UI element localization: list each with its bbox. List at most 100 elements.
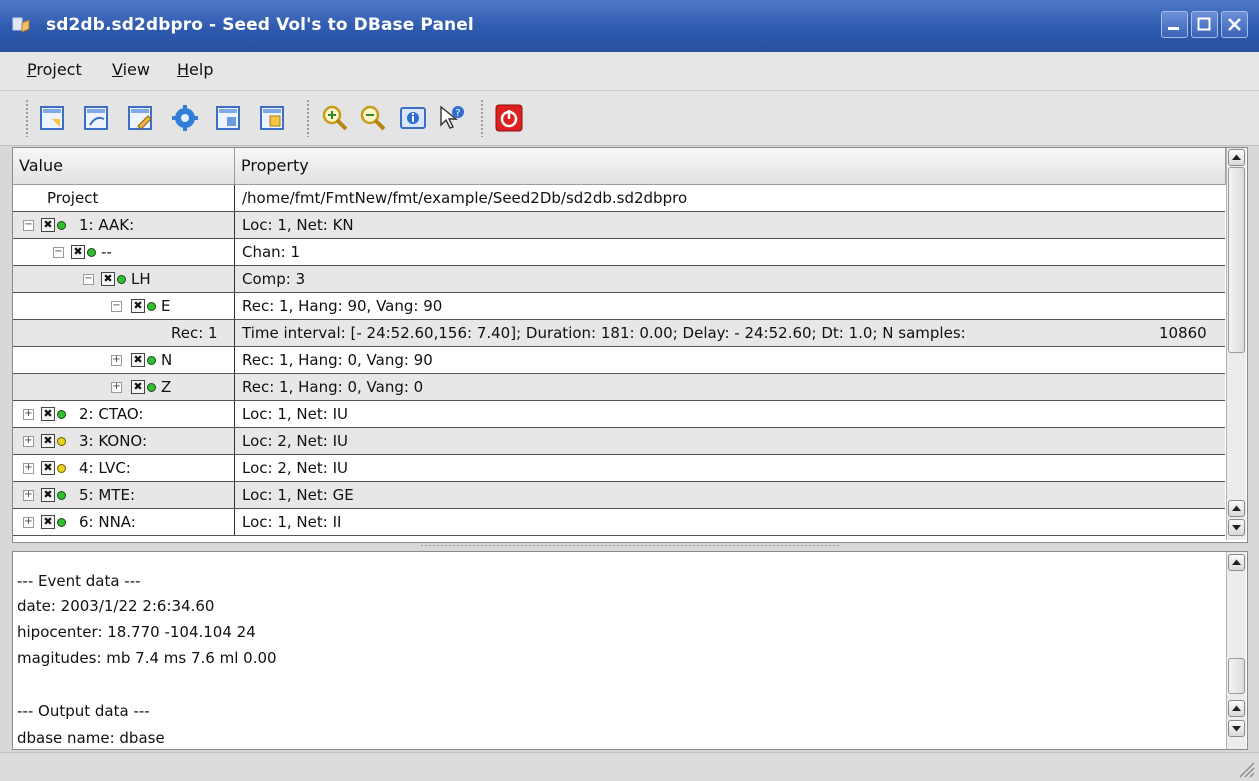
exclude-checkbox-icon[interactable]: ✖ [131, 353, 145, 367]
scroll-up-button[interactable] [1228, 149, 1245, 166]
minimize-icon [1168, 27, 1179, 30]
exclude-checkbox-icon[interactable]: ✖ [41, 434, 55, 448]
expand-icon[interactable]: + [111, 382, 122, 393]
edit-project-button[interactable] [124, 101, 158, 135]
tree-row-station[interactable]: + ✖ 3: KONO: Loc: 2, Net: IU [13, 428, 1225, 455]
column-header-property[interactable]: Property [235, 148, 1226, 185]
splitter-grip[interactable] [420, 544, 840, 547]
menu-project[interactable]: Project [27, 60, 82, 79]
scroll-thumb[interactable] [1228, 167, 1245, 353]
output-console[interactable]: --- Event data --- date: 2003/1/22 2:6:3… [12, 551, 1248, 750]
property-cell: Loc: 1, Net: KN [242, 216, 354, 234]
scroll-thumb[interactable] [1228, 658, 1245, 694]
property-cell: Loc: 1, Net: IU [242, 405, 348, 423]
scroll-up-button[interactable] [1228, 700, 1245, 717]
help-pointer-icon: ? [440, 105, 464, 129]
expand-icon[interactable]: + [23, 490, 34, 501]
exclude-checkbox-icon[interactable]: ✖ [41, 461, 55, 475]
close-button[interactable] [1221, 11, 1248, 38]
zoom-in-icon [322, 105, 348, 131]
expand-icon[interactable]: + [23, 436, 34, 447]
expand-icon[interactable]: + [23, 463, 34, 474]
tree-row-station[interactable]: + ✖ 6: NNA: Loc: 1, Net: II [13, 509, 1225, 536]
menu-bar: Project View Help [0, 52, 1259, 91]
tree-scrollbar[interactable] [1226, 148, 1246, 540]
zoom-out-button[interactable] [356, 101, 390, 135]
open-project-icon [84, 106, 108, 130]
menu-help[interactable]: Help [177, 60, 213, 79]
tree-row-station[interactable]: + ✖ 2: CTAO: Loc: 1, Net: IU [13, 401, 1225, 428]
arrow-up-icon [1232, 705, 1241, 711]
pane-splitter[interactable] [0, 541, 1259, 551]
expand-icon[interactable]: + [111, 355, 122, 366]
expand-icon[interactable]: + [23, 409, 34, 420]
tree-row-component[interactable]: − ✖ E Rec: 1, Hang: 90, Vang: 90 [13, 293, 1225, 320]
zoom-out-icon [360, 105, 386, 131]
arrow-down-icon [1232, 525, 1241, 531]
collapse-icon[interactable]: − [53, 247, 64, 258]
toolbar-grip[interactable] [25, 99, 29, 137]
collapse-icon[interactable]: − [111, 301, 122, 312]
help-pointer-button[interactable]: ? [434, 101, 468, 135]
open-project-button[interactable] [80, 101, 114, 135]
property-cell: Loc: 2, Net: IU [242, 432, 348, 450]
column-header-value[interactable]: Value [13, 148, 235, 185]
tree-row-record[interactable]: Rec: 1 Time interval: [- 24:52.60,156: 7… [13, 320, 1225, 347]
exclude-checkbox-icon[interactable]: ✖ [101, 272, 115, 286]
toolbar-grip[interactable] [480, 99, 484, 137]
scroll-up-button[interactable] [1228, 500, 1245, 517]
info-button[interactable] [396, 101, 430, 135]
tree-row-station[interactable]: + ✖ 5: MTE: Loc: 1, Net: GE [13, 482, 1225, 509]
maximize-icon [1197, 17, 1211, 31]
resize-grip-icon[interactable] [1236, 759, 1256, 779]
exclude-checkbox-icon[interactable]: ✖ [41, 488, 55, 502]
minimize-button[interactable] [1161, 11, 1188, 38]
exit-button[interactable] [492, 101, 526, 135]
value-cell: + ✖ 6: NNA: [13, 509, 235, 535]
tree-row-station[interactable]: + ✖ 4: LVC: Loc: 2, Net: IU [13, 455, 1225, 482]
tree-row-component[interactable]: + ✖ N Rec: 1, Hang: 0, Vang: 90 [13, 347, 1225, 374]
status-green-icon [147, 356, 156, 365]
row-value: Project [47, 189, 99, 207]
power-exit-icon [495, 104, 523, 132]
console-line: hipocenter: 18.770 -104.104 24 [17, 623, 256, 641]
tree-row-station[interactable]: − ✖ 1: AAK: Loc: 1, Net: KN [13, 212, 1225, 239]
exclude-checkbox-icon[interactable]: ✖ [41, 218, 55, 232]
tree-row-channel[interactable]: − ✖ LH Comp: 3 [13, 266, 1225, 293]
new-project-icon [40, 106, 64, 130]
maximize-button[interactable] [1191, 11, 1218, 38]
arrow-up-icon [1232, 154, 1241, 160]
row-value: 4: LVC: [79, 459, 131, 477]
scroll-down-button[interactable] [1228, 519, 1245, 536]
tree-row-component[interactable]: + ✖ Z Rec: 1, Hang: 0, Vang: 0 [13, 374, 1225, 401]
value-cell: Project [13, 185, 235, 211]
value-cell: + ✖ 5: MTE: [13, 482, 235, 508]
status-green-icon [147, 302, 156, 311]
toolbar-grip[interactable] [306, 99, 310, 137]
exclude-checkbox-icon[interactable]: ✖ [71, 245, 85, 259]
scroll-up-button[interactable] [1228, 554, 1245, 571]
toolbar: ? [0, 91, 1259, 146]
arrow-up-icon [1232, 559, 1241, 565]
exclude-checkbox-icon[interactable]: ✖ [131, 299, 145, 313]
export-button[interactable] [256, 101, 290, 135]
value-cell: − ✖ E [13, 293, 235, 319]
zoom-in-button[interactable] [318, 101, 352, 135]
exclude-checkbox-icon[interactable]: ✖ [41, 407, 55, 421]
scroll-down-button[interactable] [1228, 720, 1245, 737]
import-button[interactable] [212, 101, 246, 135]
arrow-down-icon [1232, 726, 1241, 732]
new-project-button[interactable] [36, 101, 70, 135]
process-button[interactable] [168, 101, 202, 135]
collapse-icon[interactable]: − [83, 274, 94, 285]
menu-view[interactable]: View [112, 60, 150, 79]
property-tree[interactable]: Value Property Project /home/fmt/FmtNew/… [12, 147, 1248, 543]
exclude-checkbox-icon[interactable]: ✖ [41, 515, 55, 529]
exclude-checkbox-icon[interactable]: ✖ [131, 380, 145, 394]
collapse-icon[interactable]: − [23, 220, 34, 231]
tree-row-location[interactable]: − ✖ -- Chan: 1 [13, 239, 1225, 266]
tree-row-project[interactable]: Project /home/fmt/FmtNew/fmt/example/See… [13, 185, 1225, 212]
console-scrollbar[interactable] [1226, 552, 1246, 749]
status-green-icon [87, 248, 96, 257]
expand-icon[interactable]: + [23, 517, 34, 528]
